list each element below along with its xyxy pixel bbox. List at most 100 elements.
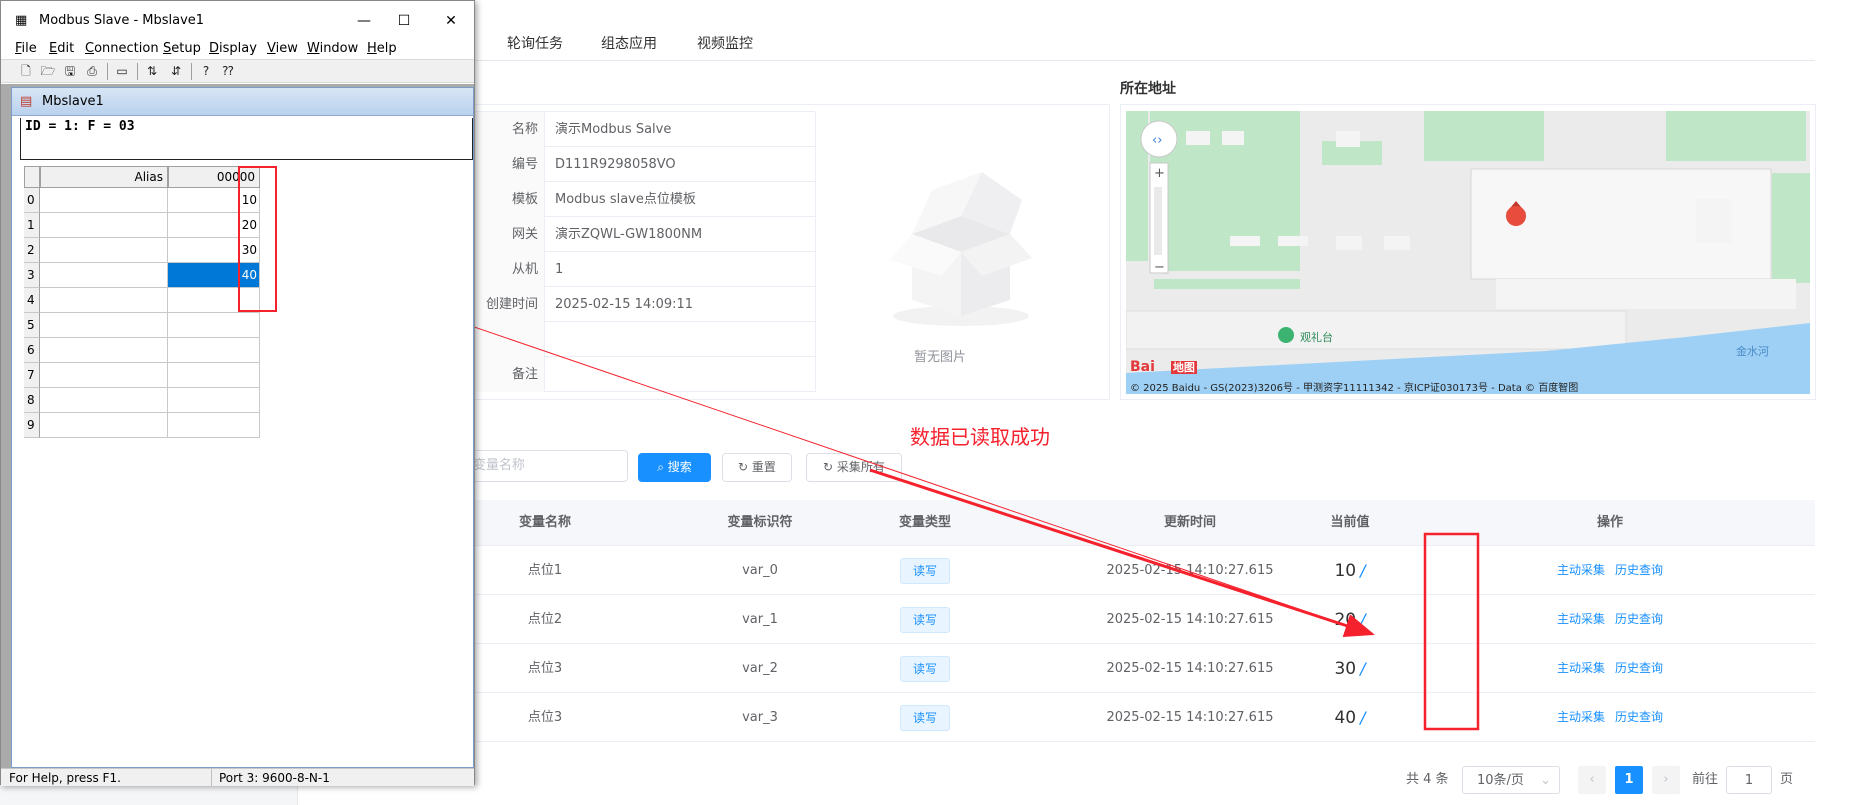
menu-item[interactable]: Edit [49, 39, 74, 59]
slave-id-line: ID = 1: F = 03 [25, 119, 135, 134]
collect-all-button[interactable]: ↻ 采集所有 [806, 453, 902, 482]
status-divider [211, 769, 212, 787]
value-unit: / [1360, 659, 1366, 678]
register-value-cell[interactable] [168, 313, 260, 338]
info-key: 备注 [471, 357, 545, 392]
alias-cell[interactable] [40, 188, 168, 213]
type-tag: 读写 [899, 606, 950, 633]
info-value: Modbus slave点位模板 [555, 192, 696, 207]
page-size-select[interactable]: 10条/页 ⌄ [1462, 766, 1560, 794]
variable-search-input[interactable]: 变量名称 [458, 450, 628, 482]
goto-page-input[interactable]: 1 [1726, 766, 1772, 794]
print-icon[interactable]: ⎙ [83, 63, 101, 80]
map-canvas: ‹› + − [1126, 111, 1810, 394]
goto-label: 前往 [1692, 772, 1719, 787]
help-icon[interactable]: ? [197, 63, 215, 80]
maximize-button[interactable]: ☐ [386, 9, 422, 33]
tab-scada[interactable]: 组态应用 [601, 33, 657, 53]
prev-page-button[interactable]: ‹ [1578, 766, 1606, 794]
map-copyright: © 2025 Baidu - GS(2023)3206号 - 甲测资字11111… [1130, 383, 1579, 394]
alias-cell[interactable] [40, 263, 168, 288]
save-icon[interactable]: 🖫 [61, 63, 79, 80]
tab-video[interactable]: 视频监控 [697, 33, 753, 53]
type-tag: 读写 [899, 655, 950, 682]
status-help-text: For Help, press F1. [9, 771, 121, 785]
value-unit: / [1360, 561, 1366, 580]
collect-now-link[interactable]: 主动采集 [1557, 710, 1605, 724]
close-button[interactable]: ✕ [433, 9, 469, 33]
info-key: 网关 [471, 217, 545, 252]
minimize-button[interactable]: — [346, 9, 382, 33]
alias-cell[interactable] [40, 288, 168, 313]
register-value-cell[interactable] [168, 413, 260, 438]
window-icon[interactable]: ▭ [113, 63, 131, 80]
tab-divider [470, 60, 1815, 61]
collect-now-link[interactable]: 主动采集 [1557, 612, 1605, 626]
screen: 轮询任务 组态应用 视频监控 所在地址 名称 演示Modbus Salve 编号 D1… [0, 0, 1857, 805]
history-query-link[interactable]: 历史查询 [1615, 661, 1663, 675]
menu-item[interactable]: Display [209, 39, 257, 59]
menu-item-label: elp [376, 41, 397, 56]
info-row [471, 322, 816, 357]
current-value-cell: 20/ [1280, 595, 1420, 644]
collect-now-link[interactable]: 主动采集 [1557, 661, 1605, 675]
type-tag: 读写 [899, 704, 950, 731]
reset-button[interactable]: ↻ 重置 [722, 453, 792, 482]
history-query-link[interactable]: 历史查询 [1615, 710, 1663, 724]
register-value-cell[interactable] [168, 338, 260, 363]
app-icon: ▦ [15, 13, 28, 28]
variable-id-cell: var_3 [742, 710, 778, 725]
variables-table: 变量名称 变量标识符 变量类型 更新时间 当前值 操作 点位1 var_0 读写 2025-02… [470, 500, 1815, 743]
table-header-cell: 变量标识符 [727, 515, 793, 530]
new-file-icon[interactable]: 🗋 [17, 63, 35, 80]
menu-item[interactable]: Setup [163, 39, 201, 59]
menu-item-mnemonic: H [367, 41, 377, 56]
menu-item[interactable]: Window [307, 39, 358, 59]
collect-now-link[interactable]: 主动采集 [1557, 563, 1605, 577]
history-query-link[interactable]: 历史查询 [1615, 612, 1663, 626]
next-page-button[interactable]: › [1652, 766, 1680, 794]
register-value-cell[interactable] [168, 363, 260, 388]
alias-cell[interactable] [40, 388, 168, 413]
search-button[interactable]: ⌕ 搜索 [638, 453, 711, 482]
mbslave1-child-window: ▤ Mbslave1 ID = 1: F = 03 Alias 00000 0 10 1… [11, 87, 474, 768]
history-query-link[interactable]: 历史查询 [1615, 563, 1663, 577]
menu-item-mnemonic: C [85, 41, 95, 56]
context-help-icon[interactable]: ⁇ [219, 63, 237, 80]
grid-row-number: 8 [24, 388, 40, 413]
no-image-placeholder [872, 150, 1050, 350]
variable-type-cell: 读写 [860, 693, 990, 742]
disconnect-icon[interactable]: ⇵ [167, 63, 185, 80]
location-map[interactable]: ‹› + − 观礼台 金水河 Bai 地图 © 2025 Baidu - GS(2… [1126, 111, 1810, 394]
type-tag: 读写 [899, 557, 950, 584]
operations-cell: 主动采集 历史查询 [1520, 693, 1700, 742]
chevron-down-icon: ⌄ [1540, 773, 1551, 788]
value-unit: / [1360, 708, 1366, 727]
info-key: 名称 [471, 112, 545, 147]
menu-item[interactable]: Connection [85, 39, 159, 59]
alias-cell[interactable] [40, 363, 168, 388]
search-button-label: 搜索 [667, 460, 692, 474]
alias-cell[interactable] [40, 338, 168, 363]
open-folder-icon[interactable]: 🗁 [39, 63, 57, 80]
toolbar: 🗋 🗁 🖫 ⎙ ▭ ⇅ ⇵ ? ⁇ [1, 59, 474, 83]
register-value-cell[interactable] [168, 388, 260, 413]
alias-cell[interactable] [40, 413, 168, 438]
connect-icon[interactable]: ⇅ [143, 63, 161, 80]
alias-cell[interactable] [40, 238, 168, 263]
status-bar: For Help, press F1. Port 3: 9600-8-N-1 [1, 768, 474, 787]
search-icon: ⌕ [657, 460, 668, 474]
map-river-label: 金水河 [1736, 345, 1769, 358]
grid-row-number: 6 [24, 338, 40, 363]
operations-cell: 主动采集 历史查询 [1520, 644, 1700, 693]
alias-cell[interactable] [40, 313, 168, 338]
tab-polling[interactable]: 轮询任务 [507, 33, 563, 53]
menu-item[interactable]: View [267, 39, 298, 59]
menu-item[interactable]: File [15, 39, 37, 59]
menu-item-label: isplay [219, 41, 257, 56]
page-1-button[interactable]: 1 [1615, 766, 1643, 794]
alias-cell[interactable] [40, 213, 168, 238]
svg-text:−: − [1154, 260, 1165, 275]
baidu-logo-suffix: 地图 [1170, 361, 1197, 374]
menu-item[interactable]: Help [367, 39, 397, 59]
